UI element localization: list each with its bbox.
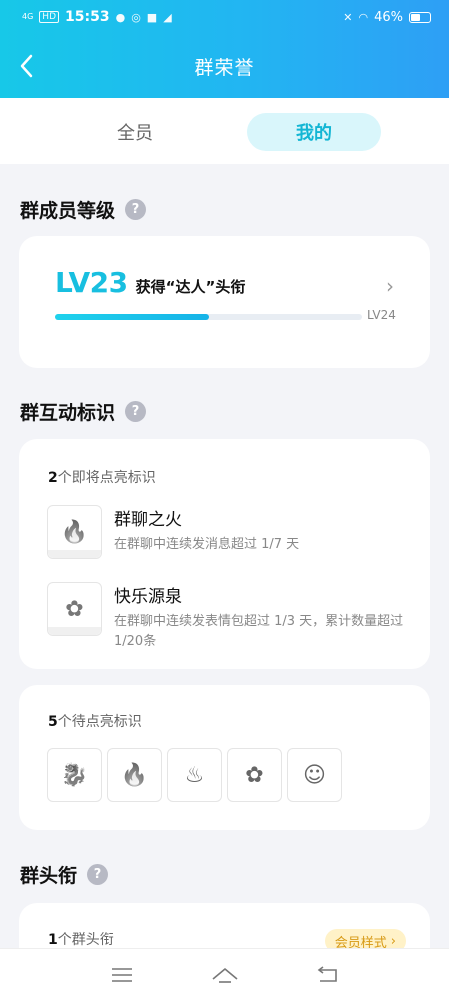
interaction-section-label: 群互动标识 [20,402,116,424]
badge-item[interactable]: ✿ 快乐源泉 在群聊中连续发表情包超过 1/3 天，累计数量超过 1/20条 [47,582,407,649]
status-bar: 4G HD 15:53 ● ◎ ■ ◢ ✕ ◠ 46% [0,0,449,34]
home-icon [211,967,238,983]
flower-icon[interactable]: ✿ [227,748,282,802]
level-card[interactable]: LV23 获得“达人”头衔 › LV24 [19,236,430,368]
return-icon [317,965,337,982]
group-title-count: 1 [48,932,58,948]
upcoming-badges-card: 2个即将点亮标识 🔥 群聊之火 在群聊中连续发消息超过 1/7 天 ✿ 快乐源泉… [19,439,430,669]
fire-icon: 🔥 [47,505,102,559]
app-icon: ■ [146,10,158,24]
level-number: LV23 [55,266,128,299]
clock: 15:53 [65,9,110,25]
search-app-icon: ◎ [131,10,141,24]
header: 4G HD 15:53 ● ◎ ■ ◢ ✕ ◠ 46% 群荣誉 [0,0,449,98]
badge-name: 群聊之火 [114,510,182,530]
hd-icon: HD [39,11,59,23]
nav-bar: 群荣誉 [0,34,449,98]
chat-icon: ● [115,10,126,24]
upcoming-count: 2 [48,470,58,486]
pending-badge-list: 🐉 🔥 ♨ ✿ ☺ [47,748,342,802]
interaction-section-title: 群互动标识 ? [20,398,147,425]
level-row: LV23 获得“达人”头衔 [55,266,245,299]
chevron-left-icon [20,54,33,78]
title-section-label: 群头衔 [20,865,78,887]
badge-item[interactable]: 🔥 群聊之火 在群聊中连续发消息超过 1/7 天 [47,505,407,561]
tab-all[interactable]: 全员 [68,113,202,151]
pending-badges-card: 5个待点亮标识 🐉 🔥 ♨ ✿ ☺ [19,685,430,830]
pending-label: 个待点亮标识 [57,714,142,730]
tab-bar: 全员 我的 [0,98,449,164]
upcoming-badges-subtitle: 2个即将点亮标识 [48,467,156,487]
dragon-icon[interactable]: 🐉 [47,748,102,802]
menu-icon [111,967,132,982]
pending-badges-subtitle: 5个待点亮标识 [48,711,142,731]
tab-mine[interactable]: 我的 [247,113,381,151]
back-button[interactable] [8,48,44,84]
status-left: 4G HD 15:53 ● ◎ ■ ◢ [22,9,172,25]
help-icon[interactable]: ? [125,199,147,220]
system-nav-bar [0,948,449,1000]
battery-icon [409,11,431,23]
help-icon[interactable]: ? [87,864,109,885]
help-icon[interactable]: ? [125,401,147,422]
title-section-title: 群头衔 ? [20,861,109,888]
group-title-subtitle: 1个群头衔 [48,929,114,949]
badge-description: 在群聊中连续发表情包超过 1/3 天，累计数量超过 1/20条 [114,614,404,649]
menu-button[interactable] [102,960,142,990]
level-progress-track [55,314,362,320]
home-button[interactable] [205,960,245,990]
badge-description: 在群聊中连续发消息超过 1/7 天 [114,537,300,552]
upcoming-label: 个即将点亮标识 [57,470,156,486]
fire-icon[interactable]: 🔥 [107,748,162,802]
elder-icon[interactable]: ☺ [287,748,342,802]
chevron-right-icon: › [390,933,396,949]
level-section-title: 群成员等级 ? [20,196,147,223]
level-progress-fill [55,314,209,320]
telegram-icon: ◢ [163,10,172,24]
badge-name: 快乐源泉 [114,587,182,607]
battery-percent: 46% [374,9,403,25]
back-nav-button[interactable] [308,960,348,990]
level-description: 获得“达人”头衔 [135,278,246,296]
page-title: 群荣誉 [194,56,255,79]
status-right: ✕ ◠ 46% [343,10,431,25]
group-title-label: 个群头衔 [57,932,114,948]
network-indicator: 4G [22,12,34,21]
flower-icon: ✿ [47,582,102,636]
bonfire-icon[interactable]: ♨ [167,748,222,802]
level-section-label: 群成员等级 [20,200,116,222]
chevron-right-icon: › [386,274,394,298]
pending-count: 5 [48,714,58,730]
next-level-label: LV24 [367,308,396,322]
mute-icon: ✕ [343,10,353,24]
wifi-icon: ◠ [358,10,369,24]
